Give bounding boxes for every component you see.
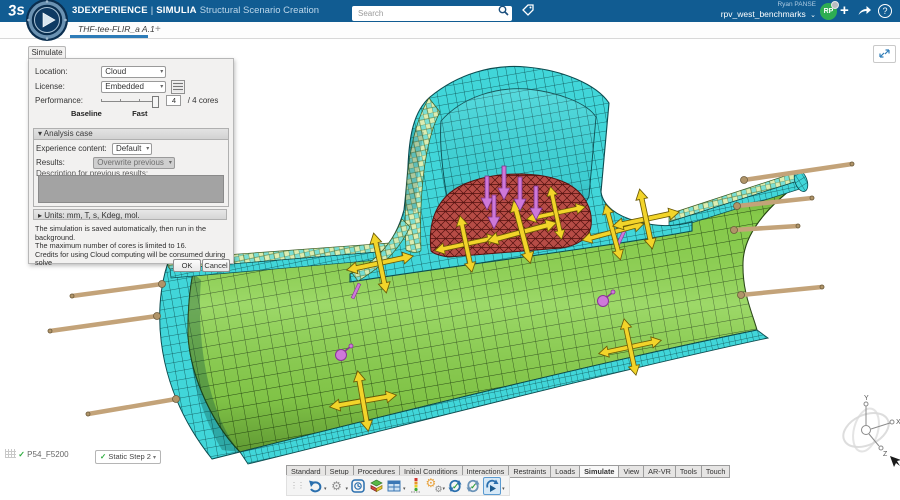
experience-content-select[interactable]: Default ▾ [111,143,153,155]
view-compass[interactable]: Y X Z [838,395,900,467]
axis-y-label: Y [864,395,869,402]
new-tab-button[interactable]: + [155,24,161,35]
results-layers-icon[interactable] [368,478,384,494]
mesh-icon [5,449,16,458]
workspace-selector[interactable]: rpv_west_benchmarks ⌄ [721,9,816,19]
add-content-button[interactable]: + [840,2,849,19]
cores-suffix: / 4 cores [187,95,219,105]
app-title: 3DEXPERIENCE | SIMULIA Structural Scenario … [72,5,320,16]
check-icon: ✓ [18,450,25,459]
collapse-icon: ▾ [38,129,43,138]
toolbar-grip[interactable]: ⋮⋮ [290,481,305,490]
undo-icon[interactable] [307,478,323,494]
cancel-button[interactable]: Cancel [202,259,230,272]
license-details-icon[interactable] [171,80,186,94]
help-icon[interactable]: ? [878,4,892,18]
model-update-icon[interactable] [350,478,366,494]
search-input[interactable] [352,6,512,21]
performance-slider[interactable] [101,95,160,108]
axis-z-label: Z [883,451,888,458]
data-table-icon[interactable] [386,478,402,494]
dassault-3ds-logo[interactable]: 3s [7,1,25,20]
slider-min-label: Baseline [71,109,102,118]
active-tab-underline [70,35,148,38]
performance-label: Performance: [35,95,84,105]
simulate-dialog-body: Location: Cloud ▾ License: Embedded ▾ Perf… [28,58,234,272]
svg-text:✓: ✓ [452,482,459,491]
tag-icon[interactable] [521,3,535,17]
solver-gears-icon[interactable]: ⚙ ⚙ [426,477,443,494]
simulate-run-icon[interactable] [483,476,502,495]
search-icon[interactable] [498,5,509,16]
tab-restraints[interactable]: Restraints [508,465,551,478]
avatar[interactable]: RP [820,1,839,20]
brand-name: 3DEXPERIENCE [72,5,148,16]
module-name: Structural Scenario Creation [199,5,320,16]
mesh-status-badge[interactable]: ✓ P54_F5200 [5,449,69,459]
dropdown-caret[interactable]: ▾ [502,486,505,492]
chevron-down-icon: ⌄ [810,12,816,19]
model-check-icon[interactable]: ✓ [447,478,463,494]
tab-touch[interactable]: Touch [700,465,731,478]
part-history-icon[interactable]: ⚙ [329,478,345,494]
ok-button[interactable]: OK [173,259,201,272]
dropdown-caret[interactable]: ▾ [346,486,349,492]
analysis-case-header[interactable]: ▾ Analysis case [34,129,228,140]
check-icon: ✓ [100,452,107,461]
expand-viewport-button[interactable] [873,45,896,63]
tab-tools[interactable]: Tools [674,465,701,478]
slider-handle[interactable] [152,95,160,108]
dropdown-caret[interactable]: ▾ [403,486,406,492]
mesh-badge-label: P54_F5200 [27,450,69,459]
scenario-check-icon[interactable]: ✓ [465,478,481,494]
tab-view[interactable]: View [618,465,644,478]
analysis-case-group: ▾ Analysis case Experience content: Defa… [33,128,229,207]
svg-text:✓: ✓ [470,482,477,491]
share-icon[interactable] [857,4,872,17]
license-label: License: [35,82,65,92]
step-label: Static Step 2 [108,452,151,461]
cursor-icon [890,456,900,467]
compass-play-button[interactable] [25,0,69,42]
user-name: Ryan PANSE [777,1,816,8]
expand-icon: ▸ [38,211,43,220]
slider-max-label: Fast [132,109,148,118]
document-tab-bar: THF-tee-FLIR_a A.1 + [0,22,900,39]
product-name: SIMULIA [156,5,197,16]
tab-loads[interactable]: Loads [550,465,580,478]
location-label: Location: [35,67,68,77]
chevron-down-icon: ▾ [153,455,157,461]
experience-content-label: Experience content: [36,144,107,154]
tab-simulate[interactable]: Simulate [579,465,619,478]
step-selector[interactable]: ✓ Static Step 2 ▾ [95,450,162,464]
results-label: Results: [36,158,65,168]
location-select[interactable]: Cloud ▾ [101,66,167,78]
axis-x-label: X [896,419,900,426]
action-bar-icons: ⋮⋮ ▾ ⚙ ▾ ▾ ⚙ ⚙ ▾ ✓ ✓ ▾ [286,475,510,496]
cores-input[interactable]: 4 [166,95,182,106]
global-search [352,3,512,21]
license-select[interactable]: Embedded ▾ [101,81,167,93]
tab-ar-vr[interactable]: AR-VR [643,465,675,478]
plot-results-icon[interactable] [408,478,424,494]
description-textarea[interactable] [38,175,224,203]
units-section-header[interactable]: ▸ Units: mm, T, s, Kdeg, mol. [33,209,227,220]
dropdown-caret[interactable]: ▾ [324,486,327,492]
dropdown-caret[interactable]: ▾ [443,486,446,492]
presence-badge [831,1,839,9]
results-select[interactable]: Overwrite previous ▾ [93,157,175,169]
